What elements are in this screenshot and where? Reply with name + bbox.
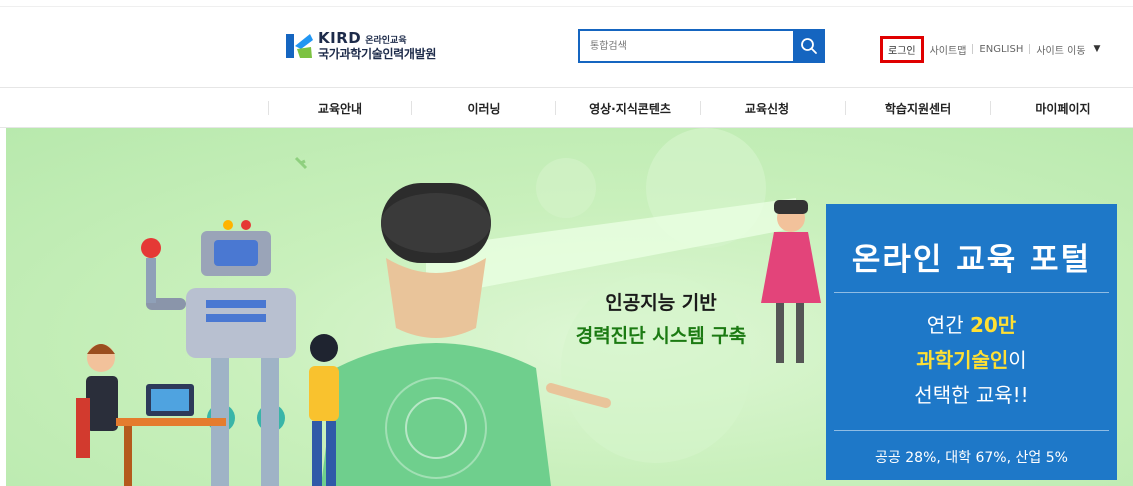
portal-highlight: 과학기술인: [916, 348, 1009, 372]
portal-info-panel: 온라인 교육 포털 연간 20만 과학기술인이 선택한 교육!! 공공 28%,…: [826, 204, 1117, 480]
portal-title: 온라인 교육 포털: [851, 242, 1092, 278]
nav-item-learning-support[interactable]: 학습지원센터: [858, 88, 978, 128]
site-move-dropdown[interactable]: 사이트 이동 ▼: [1036, 42, 1100, 57]
portal-stats: 공공 28%, 대학 67%, 산업 5%: [875, 450, 1068, 466]
util-divider: [1029, 44, 1031, 54]
site-header: KIRD 온라인교육 국가과학기술인력개발원 로그인 사이트맵 ENGLISH …: [0, 0, 1133, 88]
site-move-label: 사이트 이동: [1036, 45, 1086, 57]
main-nav: 교육안내 이러닝 영상·지식콘텐츠 교육신청 학습지원센터 마이페이지: [0, 88, 1133, 128]
utility-menu: 로그인 사이트맵 ENGLISH 사이트 이동 ▼: [880, 35, 1100, 63]
util-divider: [972, 44, 974, 54]
nav-divider: [268, 101, 269, 115]
search-icon: [801, 38, 817, 54]
english-link[interactable]: ENGLISH: [979, 44, 1023, 55]
nav-item-video-content[interactable]: 영상·지식콘텐츠: [570, 88, 690, 128]
triangle-down-icon: ▼: [1093, 44, 1101, 54]
nav-item-apply[interactable]: 교육신청: [717, 88, 817, 128]
nav-divider: [700, 101, 701, 115]
search-button[interactable]: [793, 29, 825, 63]
site-logo[interactable]: KIRD 온라인교육 국가과학기술인력개발원: [284, 31, 436, 60]
nav-divider: [411, 101, 412, 115]
nav-item-mypage[interactable]: 마이페이지: [1008, 88, 1118, 128]
nav-item-edu-info[interactable]: 교육안내: [290, 88, 390, 128]
nav-divider: [555, 101, 556, 115]
portal-line-1: 연간 20만: [926, 313, 1017, 337]
search-bar: [578, 29, 825, 63]
hero-line-2: 경력진단 시스템 구축: [575, 325, 747, 347]
login-link[interactable]: 로그인: [880, 35, 924, 63]
search-input[interactable]: [578, 29, 793, 63]
portal-divider: [834, 430, 1109, 431]
kird-logo-icon: [284, 32, 314, 60]
nav-divider: [990, 101, 991, 115]
top-divider: [0, 6, 1133, 7]
portal-highlight: 20만: [969, 313, 1017, 337]
hero-headline: 인공지능 기반 경력진단 시스템 구축: [546, 288, 776, 348]
hero-line-1: 인공지능 기반: [605, 292, 717, 314]
portal-divider: [834, 292, 1109, 293]
portal-line-3: 선택한 교육!!: [914, 383, 1029, 407]
logo-subtitle: 온라인교육: [365, 36, 407, 46]
nav-item-elearning[interactable]: 이러닝: [434, 88, 534, 128]
nav-divider: [845, 101, 846, 115]
logo-org-name: 국가과학기술인력개발원: [318, 47, 437, 61]
portal-line-2: 과학기술인이: [916, 348, 1027, 372]
sitemap-link[interactable]: 사이트맵: [930, 42, 967, 57]
hero-banner[interactable]: 인공지능 기반 경력진단 시스템 구축 온라인 교육 포털 연간 20만 과학기…: [6, 128, 1133, 486]
logo-brand: KIRD: [318, 29, 362, 47]
